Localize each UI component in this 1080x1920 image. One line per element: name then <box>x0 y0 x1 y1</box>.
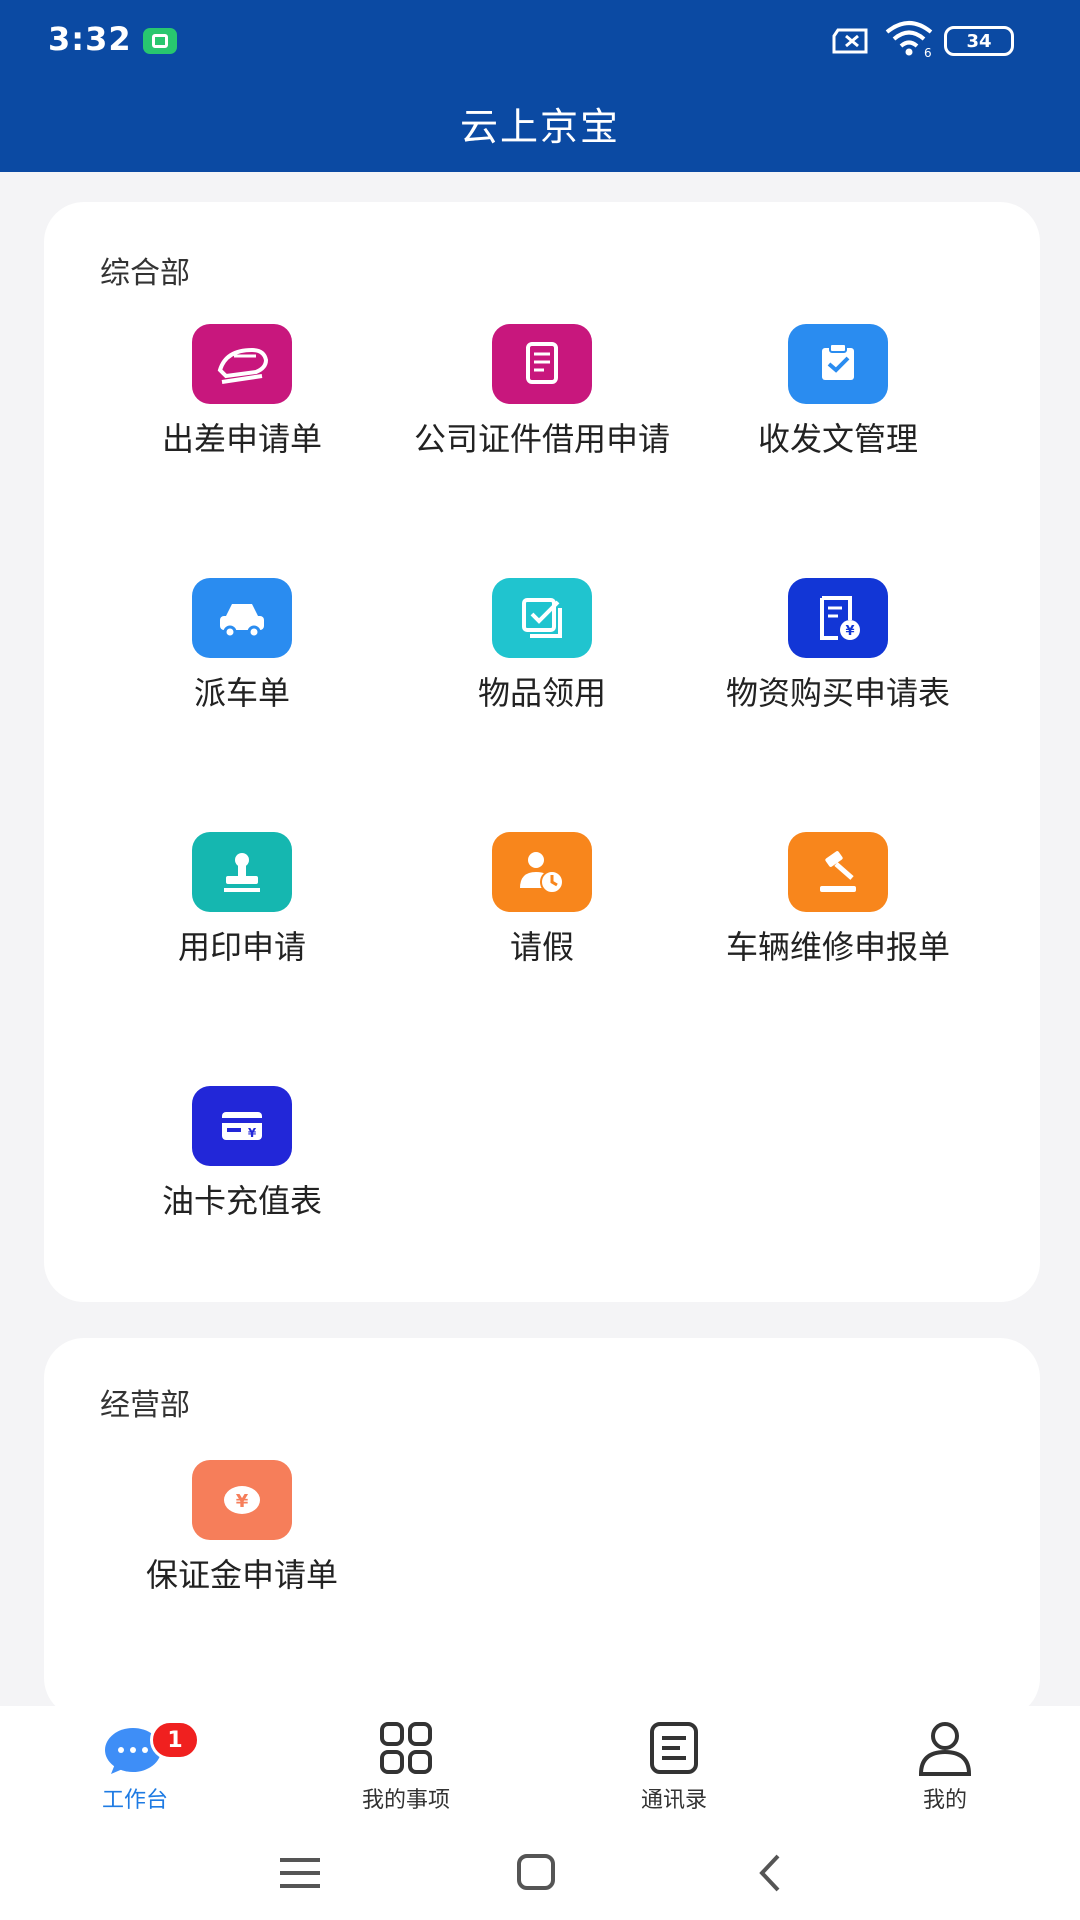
nav-label: 我的事项 <box>361 1788 450 1813</box>
app-business-trip[interactable]: 出差申请单 <box>94 324 390 462</box>
app-certificate-borrow[interactable]: 公司证件借用申请 <box>394 324 690 462</box>
gavel-icon <box>788 832 888 912</box>
section-card-general: 综合部 出差申请单 公司证件借用申请 收发文管理 派车单 物品领用 ¥ 物资购买… <box>44 202 1040 1302</box>
app-label: 用印申请 <box>177 928 306 966</box>
no-sim-icon <box>832 28 868 54</box>
card-yuan-icon: ¥ <box>192 1086 292 1166</box>
nav-profile[interactable]: 我的 <box>845 1720 1045 1814</box>
notification-badge: 1 <box>150 1720 200 1760</box>
app-label: 出差申请单 <box>161 420 322 458</box>
app-label: 物资购买申请表 <box>725 674 950 712</box>
app-label: 派车单 <box>193 674 290 712</box>
app-label: 请假 <box>509 928 574 966</box>
app-fuel-card-topup[interactable]: ¥ 油卡充值表 <box>94 1086 390 1224</box>
app-seal-request[interactable]: 用印申请 <box>94 832 390 970</box>
wifi-icon: 6 <box>885 21 933 58</box>
app-item-requisition[interactable]: 物品领用 <box>394 578 690 716</box>
checkbox-icon <box>492 578 592 658</box>
nav-workbench[interactable]: 1 工作台 <box>35 1720 235 1814</box>
page-title: 云上京宝 <box>459 105 620 149</box>
clipboard-check-icon <box>788 324 888 404</box>
app-leave-request[interactable]: 请假 <box>394 832 690 970</box>
status-bar: 3:32 6 34 <box>0 0 1080 80</box>
status-time: 3:32 <box>48 20 132 58</box>
section-title: 综合部 <box>100 256 190 291</box>
car-icon <box>192 578 292 658</box>
app-label: 保证金申请单 <box>145 1556 338 1594</box>
app-deposit-request[interactable]: ¥ 保证金申请单 <box>94 1460 390 1598</box>
nav-label: 通讯录 <box>640 1788 707 1813</box>
svg-text:¥: ¥ <box>236 1491 249 1512</box>
stamp-icon <box>192 832 292 912</box>
coin-yuan-icon: ¥ <box>192 1460 292 1540</box>
wifi-sub-label: 6 <box>924 46 932 58</box>
nav-contacts[interactable]: 通讯录 <box>574 1720 774 1814</box>
app-label: 公司证件借用申请 <box>413 420 670 458</box>
nav-my-items[interactable]: 我的事项 <box>306 1720 506 1814</box>
receipt-yuan-icon: ¥ <box>788 578 888 658</box>
contacts-list-icon <box>650 1722 698 1774</box>
user-clock-icon <box>492 832 592 912</box>
menu-icon[interactable] <box>270 1848 330 1898</box>
app-label: 车辆维修申报单 <box>725 928 950 966</box>
bottom-nav: 1 工作台 我的事项 通讯录 我的 <box>0 1706 1080 1826</box>
train-icon <box>192 324 292 404</box>
app-purchase-request[interactable]: ¥ 物资购买申请表 <box>690 578 986 716</box>
app-header: 3:32 6 34 云上京宝 <box>0 0 1080 172</box>
app-vehicle-dispatch[interactable]: 派车单 <box>94 578 390 716</box>
section-title: 经营部 <box>100 1388 190 1423</box>
nav-label: 我的 <box>922 1788 967 1813</box>
app-label: 物品领用 <box>477 674 606 712</box>
app-vehicle-repair[interactable]: 车辆维修申报单 <box>690 832 986 970</box>
document-icon <box>492 324 592 404</box>
app-notification-icon <box>143 28 177 54</box>
system-nav-bar <box>0 1826 1080 1920</box>
section-card-operations: 经营部 ¥ 保证金申请单 <box>44 1338 1040 1718</box>
app-label: 油卡充值表 <box>161 1182 322 1220</box>
home-icon[interactable] <box>505 1848 565 1898</box>
svg-text:¥: ¥ <box>248 1126 257 1140</box>
svg-text:¥: ¥ <box>845 624 854 639</box>
app-document-management[interactable]: 收发文管理 <box>690 324 986 462</box>
battery-indicator: 34 <box>944 26 1014 56</box>
nav-label: 工作台 <box>101 1788 168 1813</box>
back-icon[interactable] <box>742 1848 802 1898</box>
grid-icon <box>380 1722 432 1774</box>
app-label: 收发文管理 <box>757 420 918 458</box>
person-icon <box>918 1722 972 1776</box>
